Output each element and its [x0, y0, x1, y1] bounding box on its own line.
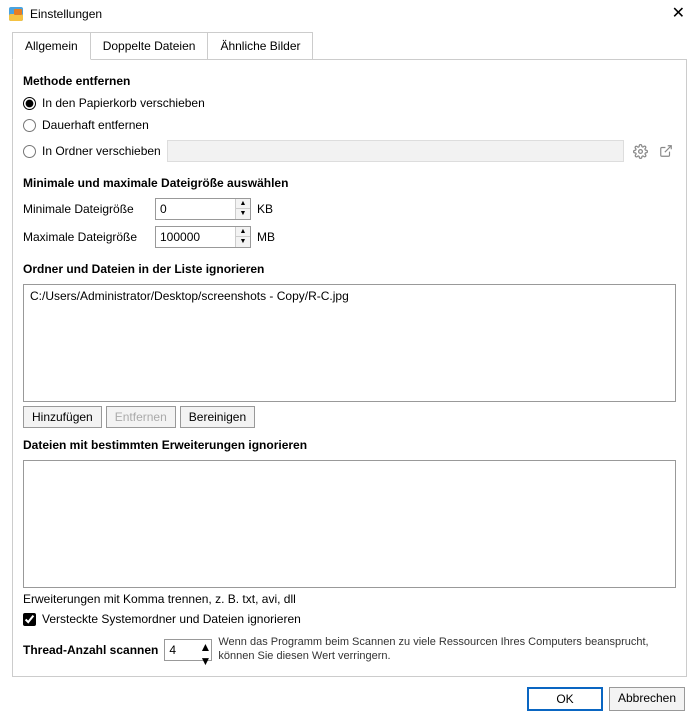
close-button[interactable]: ✕ [668, 6, 689, 22]
tab-duplicates[interactable]: Doppelte Dateien [90, 32, 209, 60]
add-button[interactable]: Hinzufügen [23, 406, 102, 428]
dialog-footer: OK Abbrechen [0, 677, 697, 723]
radio-recycle-label: In den Papierkorb verschieben [42, 96, 205, 110]
ext-section-title: Dateien mit bestimmten Erweiterungen ign… [23, 438, 676, 452]
hidden-files-label: Versteckte Systemordner und Dateien igno… [42, 612, 301, 626]
radio-permanent[interactable]: Dauerhaft entfernen [23, 118, 676, 132]
tab-panel-general: Methode entfernen In den Papierkorb vers… [12, 59, 687, 677]
radio-permanent-input[interactable] [23, 119, 36, 132]
min-size-up[interactable]: ▲ [236, 199, 250, 209]
max-size-spinner[interactable]: ▲▼ [155, 226, 251, 248]
ignore-list-item[interactable]: C:/Users/Administrator/Desktop/screensho… [30, 289, 669, 303]
radio-recycle-input[interactable] [23, 97, 36, 110]
ext-listbox[interactable] [23, 460, 676, 588]
radio-recycle[interactable]: In den Papierkorb verschieben [23, 96, 676, 110]
remove-button: Entfernen [106, 406, 176, 428]
tab-general[interactable]: Allgemein [12, 32, 91, 60]
window-title: Einstellungen [30, 7, 102, 21]
thread-count-spinner[interactable]: ▲▼ [164, 639, 212, 661]
radio-move-folder[interactable]: In Ordner verschieben [23, 144, 161, 158]
gear-icon[interactable] [630, 141, 650, 161]
max-size-down[interactable]: ▼ [236, 237, 250, 247]
open-external-icon[interactable] [656, 141, 676, 161]
tab-similar[interactable]: Ähnliche Bilder [207, 32, 313, 60]
remove-method-title: Methode entfernen [23, 74, 676, 88]
thread-count-label: Thread-Anzahl scannen [23, 643, 158, 657]
radio-permanent-label: Dauerhaft entfernen [42, 118, 149, 132]
thread-down[interactable]: ▼ [199, 654, 211, 668]
thread-up[interactable]: ▲ [199, 640, 211, 654]
min-size-label: Minimale Dateigröße [23, 202, 149, 216]
cancel-button[interactable]: Abbrechen [609, 687, 685, 711]
ignore-listbox[interactable]: C:/Users/Administrator/Desktop/screensho… [23, 284, 676, 402]
max-size-up[interactable]: ▲ [236, 227, 250, 237]
thread-count-hint: Wenn das Programm beim Scannen zu viele … [218, 636, 676, 664]
min-size-spinner[interactable]: ▲▼ [155, 198, 251, 220]
hidden-files-checkbox-row[interactable]: Versteckte Systemordner und Dateien igno… [23, 612, 676, 626]
radio-move-folder-input[interactable] [23, 145, 36, 158]
titlebar: Einstellungen ✕ [0, 0, 697, 26]
ignore-section-title: Ordner und Dateien in der Liste ignorier… [23, 262, 676, 276]
size-section-title: Minimale und maximale Dateigröße auswähl… [23, 176, 676, 190]
ext-hint: Erweiterungen mit Komma trennen, z. B. t… [23, 592, 676, 606]
tabs: Allgemein Doppelte Dateien Ähnliche Bild… [12, 32, 687, 60]
hidden-files-checkbox[interactable] [23, 613, 36, 626]
min-size-down[interactable]: ▼ [236, 209, 250, 219]
min-size-unit: KB [257, 202, 273, 216]
ok-button[interactable]: OK [527, 687, 603, 711]
max-size-label: Maximale Dateigröße [23, 230, 149, 244]
min-size-input[interactable] [156, 199, 235, 219]
radio-move-folder-label: In Ordner verschieben [42, 144, 161, 158]
max-size-input[interactable] [156, 227, 235, 247]
thread-count-input[interactable] [165, 640, 199, 660]
app-icon [8, 6, 24, 22]
cleanup-button[interactable]: Bereinigen [180, 406, 255, 428]
move-folder-path-input[interactable] [167, 140, 624, 162]
max-size-unit: MB [257, 230, 275, 244]
